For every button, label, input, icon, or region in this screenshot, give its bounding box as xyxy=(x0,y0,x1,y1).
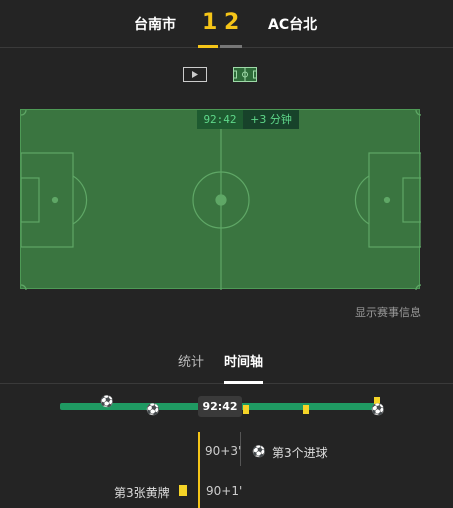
pitch-view: 92:42 +3 分钟 xyxy=(20,109,421,290)
yellow-card-icon[interactable] xyxy=(243,405,249,414)
match-clock: 92:42 +3 分钟 xyxy=(197,110,299,129)
timeline-axis xyxy=(198,432,200,508)
home-score-indicator xyxy=(198,45,218,48)
event-label: 第3个进球 xyxy=(272,446,328,460)
tab-timeline[interactable]: 时间轴 xyxy=(224,351,263,370)
view-switcher xyxy=(0,66,453,84)
clock-time: 92:42 xyxy=(197,110,243,129)
pitch-icon[interactable] xyxy=(233,67,257,82)
goal-ball-icon[interactable]: ⚽ xyxy=(146,404,160,415)
event-label: 第3张黄牌 xyxy=(114,486,170,500)
goal-ball-icon[interactable]: ⚽ xyxy=(100,396,114,407)
goal-ball-icon: ⚽ xyxy=(252,445,266,458)
tab-stats[interactable]: 统计 xyxy=(178,351,204,370)
active-tab-indicator xyxy=(224,381,263,384)
pitch-lines xyxy=(21,110,421,290)
show-match-info-link[interactable]: 显示赛事信息 xyxy=(355,304,421,320)
away-score-indicator xyxy=(220,45,242,48)
match-header: 台南市 1 2 AC台北 xyxy=(0,0,453,48)
timeline-current-time: 92:42 xyxy=(198,396,242,417)
home-score: 1 xyxy=(202,10,218,35)
home-team-name[interactable]: 台南市 xyxy=(134,14,176,34)
tab-bar: 统计 时间轴 xyxy=(0,340,453,384)
yellow-card-icon[interactable] xyxy=(303,405,309,414)
play-icon[interactable] xyxy=(183,67,207,82)
goal-ball-icon[interactable]: ⚽ xyxy=(371,404,385,415)
event-time: 90+3' xyxy=(205,444,242,458)
added-time: +3 分钟 xyxy=(243,110,299,129)
away-team-name[interactable]: AC台北 xyxy=(268,14,317,34)
away-score: 2 xyxy=(224,10,240,35)
yellow-card-icon xyxy=(179,485,187,496)
event-time: 90+1' xyxy=(206,484,243,498)
